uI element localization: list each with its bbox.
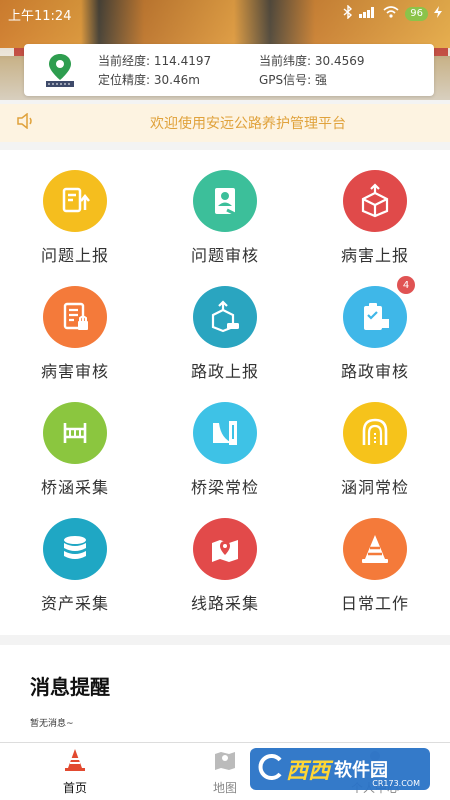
menu-item-route-collect[interactable]: 线路采集 [150, 498, 300, 614]
location-pin-icon [38, 50, 82, 90]
tunnel-icon [343, 402, 407, 464]
notice-bar: 欢迎使用安远公路养护管理平台 [0, 104, 450, 142]
gps-latitude: 当前纬度: 30.4569 [259, 54, 365, 68]
status-icons: 96 [343, 4, 442, 23]
watermark-url: CR173.COM [372, 779, 420, 788]
clipboard-truck-icon: 4 [343, 276, 415, 348]
gps-accuracy: 定位精度: 30.46m [98, 73, 200, 87]
bridge-check-icon [193, 402, 257, 464]
watermark-logo: 西西 软件园 CR173.COM [250, 748, 430, 790]
notification-badge: 4 [397, 276, 415, 294]
message-empty-text: 暂无消息~ [30, 719, 74, 729]
map-pin-icon [193, 518, 257, 580]
menu-label: 涵洞常检 [340, 478, 409, 497]
report-upload-icon [43, 170, 107, 232]
menu-label: 路政审核 [340, 362, 409, 381]
menu-item-culvert-inspection[interactable]: 涵洞常检 [300, 382, 450, 498]
speaker-icon [16, 112, 36, 133]
function-grid: 问题上报 问题审核 病害上报 病害审核 路政上报 4 路政审核 桥涵采集 桥梁常… [0, 150, 450, 635]
tab-label: 地图 [212, 781, 237, 795]
bridge-icon [43, 402, 107, 464]
menu-item-road-report[interactable]: 路政上报 [150, 266, 300, 382]
car-upload-icon [193, 286, 257, 348]
menu-item-daily-work[interactable]: 日常工作 [300, 498, 450, 614]
menu-item-disease-review[interactable]: 病害审核 [0, 266, 150, 382]
review-document-icon [193, 170, 257, 232]
traffic-cone-icon [62, 747, 88, 777]
menu-item-disease-report[interactable]: 病害上报 [300, 150, 450, 266]
menu-item-problem-report[interactable]: 问题上报 [0, 150, 150, 266]
map-icon [212, 747, 238, 777]
menu-item-road-review[interactable]: 4 路政审核 [300, 266, 450, 382]
menu-label: 路政上报 [190, 362, 259, 381]
gps-signal: GPS信号: 强 [259, 73, 328, 87]
wifi-icon [383, 6, 399, 22]
menu-item-problem-review[interactable]: 问题审核 [150, 150, 300, 266]
notice-text: 欢迎使用安远公路养护管理平台 [150, 116, 346, 132]
watermark-c-icon [256, 752, 286, 786]
menu-label: 问题审核 [190, 246, 259, 265]
message-panel: 消息提醒 暂无消息~ [0, 645, 450, 745]
menu-label: 问题上报 [40, 246, 109, 265]
signal-icon [359, 6, 377, 22]
traffic-cone-icon [343, 518, 407, 580]
menu-item-bridge-inspection[interactable]: 桥梁常检 [150, 382, 300, 498]
menu-label: 病害上报 [340, 246, 409, 265]
gps-info-card: 当前经度: 114.4197 当前纬度: 30.4569 定位精度: 30.46… [24, 44, 434, 96]
battery-indicator: 96 [405, 7, 428, 21]
database-icon [43, 518, 107, 580]
menu-label: 桥梁常检 [190, 478, 259, 497]
document-lock-icon [43, 286, 107, 348]
status-time: 上午11:24 [8, 8, 72, 24]
gps-longitude: 当前经度: 114.4197 [98, 54, 212, 68]
watermark-main: 西西 [286, 759, 331, 784]
menu-label: 桥涵采集 [40, 478, 109, 497]
menu-label: 资产采集 [40, 594, 109, 613]
menu-item-bridge-culvert-collect[interactable]: 桥涵采集 [0, 382, 150, 498]
status-bar: 上午11:24 96 [0, 0, 450, 28]
menu-label: 日常工作 [340, 594, 409, 613]
charging-icon [434, 6, 442, 22]
tab-home[interactable]: 首页 [30, 747, 120, 796]
gps-readouts: 当前经度: 114.4197 当前纬度: 30.4569 定位精度: 30.46… [98, 52, 420, 88]
bluetooth-icon [343, 4, 353, 23]
message-title: 消息提醒 [30, 675, 110, 699]
menu-label: 线路采集 [190, 594, 259, 613]
tab-label: 首页 [62, 781, 87, 795]
menu-label: 病害审核 [40, 362, 109, 381]
box-upload-icon [343, 170, 407, 232]
menu-item-asset-collect[interactable]: 资产采集 [0, 498, 150, 614]
